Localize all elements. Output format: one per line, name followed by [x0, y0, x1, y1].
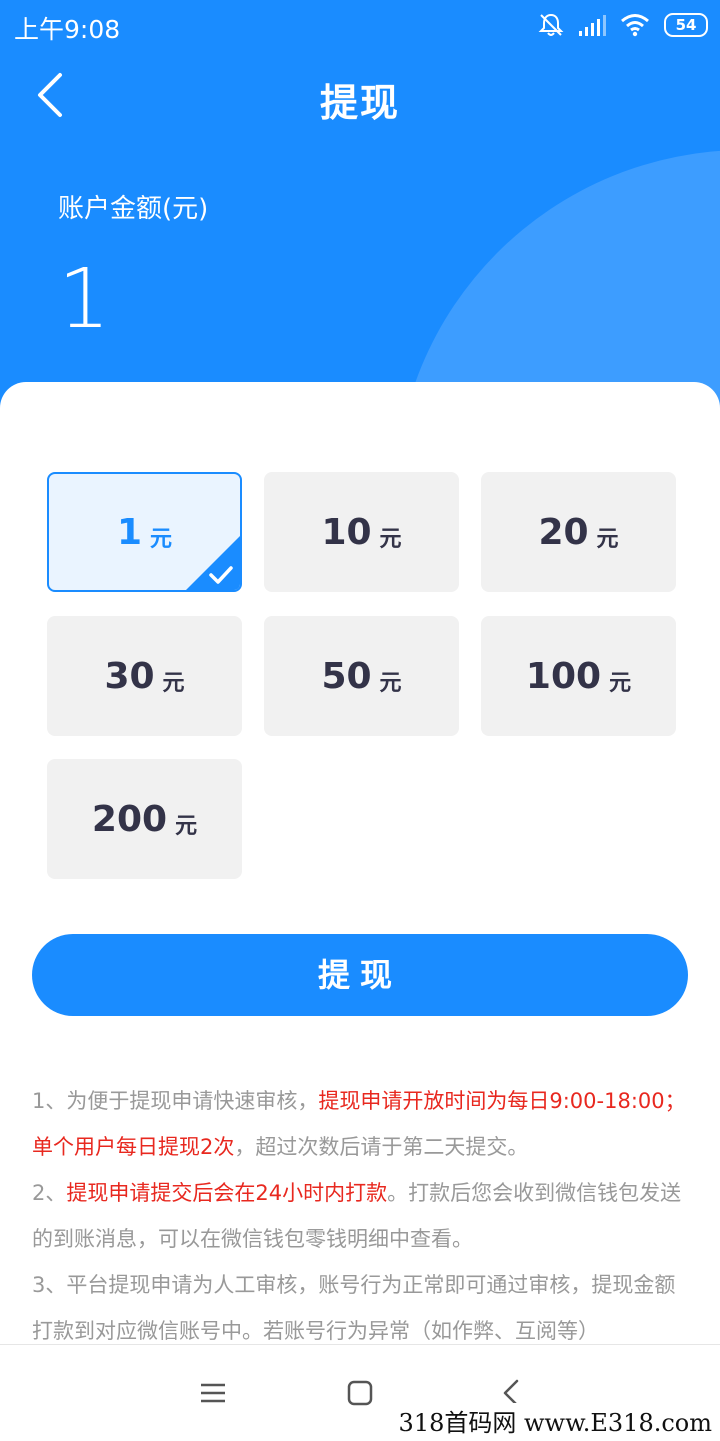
- amount-unit: 元: [175, 814, 198, 839]
- mute-bell-icon: [538, 13, 564, 36]
- battery-indicator: 54: [664, 13, 708, 37]
- amount-unit: 元: [379, 527, 402, 552]
- note-2-prefix: 2、: [32, 1181, 67, 1205]
- amount-option-1[interactable]: 1 元: [47, 472, 242, 592]
- amount-option-20[interactable]: 20 元: [481, 472, 676, 592]
- amount-unit: 元: [162, 671, 185, 696]
- checkmark-icon: [209, 566, 233, 584]
- balance-label: 账户金额(元): [58, 194, 209, 224]
- amount-value: 10: [321, 511, 372, 553]
- amount-option-200[interactable]: 200 元: [47, 759, 242, 879]
- amount-value: 20: [538, 511, 589, 553]
- page-title: 提现: [319, 81, 400, 125]
- status-bar: 上午9:08 54: [0, 0, 720, 52]
- wifi-icon: [621, 14, 649, 37]
- amount-unit: 元: [609, 671, 632, 696]
- amount-unit: 元: [379, 671, 402, 696]
- amount-value: 50: [321, 655, 372, 697]
- amount-unit: 元: [596, 527, 619, 552]
- note-2-highlight: 提现申请提交后会在24小时内打款: [66, 1181, 388, 1205]
- decorative-arc: [395, 150, 720, 420]
- withdraw-notes: 1、为便于提现申请快速审核，提现申请开放时间为每日9:00-18:00；单个用户…: [32, 1078, 688, 1354]
- amount-option-30[interactable]: 30 元: [47, 616, 242, 736]
- menu-icon[interactable]: [198, 1378, 228, 1408]
- note-2: 2、提现申请提交后会在24小时内打款。打款后您会收到微信钱包发送的到账消息，可以…: [32, 1170, 688, 1262]
- home-icon[interactable]: [345, 1378, 375, 1408]
- note-1-tail: ，超过次数后请于第二天提交。: [234, 1135, 529, 1159]
- amount-value: 200: [91, 798, 168, 840]
- amount-unit: 元: [150, 527, 173, 552]
- note-1: 1、为便于提现申请快速审核，提现申请开放时间为每日9:00-18:00；单个用户…: [32, 1078, 688, 1170]
- status-icons: 54: [538, 10, 708, 40]
- amount-option-100[interactable]: 100 元: [481, 616, 676, 736]
- watermark: 318首码网 www.E318.com: [394, 1403, 716, 1438]
- note-3: 3、平台提现申请为人工审核，账号行为正常即可通过审核，提现金额打款到对应微信账号…: [32, 1273, 676, 1343]
- withdraw-button[interactable]: 提现: [32, 934, 688, 1016]
- header-banner: 上午9:08 54 提现 账户金额(元) 1: [0, 0, 720, 420]
- amount-value: 30: [104, 655, 155, 697]
- amount-value: 100: [525, 655, 602, 697]
- note-1-text: 1、为便于提现申请快速审核，: [32, 1089, 319, 1113]
- amount-option-50[interactable]: 50 元: [264, 616, 459, 736]
- amount-option-10[interactable]: 10 元: [264, 472, 459, 592]
- balance-value: 1: [58, 252, 111, 347]
- amount-value: 1: [116, 511, 143, 553]
- signal-icon: [579, 15, 606, 36]
- status-time: 上午9:08: [14, 15, 121, 44]
